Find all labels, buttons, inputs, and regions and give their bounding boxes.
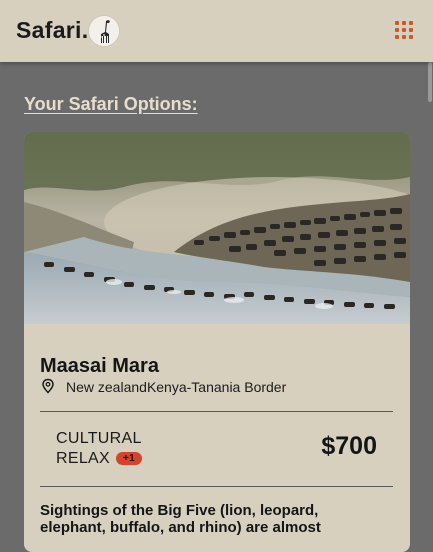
price: $700 [321,432,377,460]
menu-dot [402,35,406,39]
menu-dot [395,21,399,25]
tag-cultural: CULTURAL [56,430,142,447]
safari-card[interactable]: Maasai Mara New zealandKenya-Tanania Bor… [24,132,410,552]
menu-dot [402,21,406,25]
menu-dot [395,28,399,32]
destination-description: Sightings of the Big Five (lion, leopard… [40,502,321,536]
scrollbar-track[interactable] [427,62,433,535]
destination-location: New zealandKenya-Tanania Border [66,379,287,395]
tag-relax: RELAX [56,450,110,467]
grid-menu-icon[interactable] [394,20,416,42]
extra-tags-badge[interactable]: +1 [115,452,142,465]
destination-title: Maasai Mara [40,355,159,377]
location-pin-icon [42,378,54,394]
scrollbar-thumb[interactable] [428,62,432,102]
tag-row: RELAX +1 [56,450,142,468]
safari-image [24,132,410,324]
giraffe-icon [88,15,120,47]
menu-dot [409,28,413,32]
menu-dot [395,35,399,39]
menu-dot [402,28,406,32]
menu-dot [409,35,413,39]
logo-text[interactable]: Safari. [16,17,88,44]
section-title: Your Safari Options: [24,94,198,114]
divider [40,411,393,412]
menu-dot [409,21,413,25]
divider [40,486,393,487]
app-header: Safari. [0,0,433,62]
